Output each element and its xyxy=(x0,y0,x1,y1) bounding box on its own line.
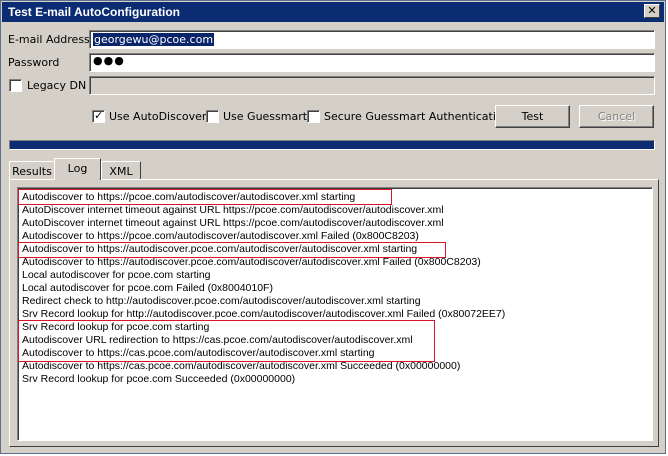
checkmark-icon: ✓ xyxy=(94,109,104,122)
close-icon: ✕ xyxy=(647,4,657,17)
progress-bar xyxy=(9,140,655,150)
test-email-autoconfiguration-window: Test E-mail AutoConfiguration ✕ E-mail A… xyxy=(0,0,666,454)
log-line: Autodiscover to https://pcoe.com/autodis… xyxy=(22,230,419,242)
highlight-box-starting xyxy=(18,189,392,205)
use-guessmart-label: Use Guessmart xyxy=(223,110,308,123)
close-button[interactable]: ✕ xyxy=(644,4,660,18)
use-autodiscover-checkbox[interactable]: ✓ xyxy=(92,109,105,123)
tab-xml[interactable]: XML xyxy=(101,161,141,180)
email-label: E-mail Address xyxy=(8,33,90,46)
email-input[interactable]: georgewu@pcoe.com xyxy=(89,30,655,49)
use-autodiscover-label: Use AutoDiscover xyxy=(109,110,207,123)
cancel-button[interactable]: Cancel xyxy=(579,105,654,128)
password-label: Password xyxy=(8,56,60,69)
legacy-dn-label: Legacy DN xyxy=(27,79,87,92)
highlight-box-cas-redirection xyxy=(18,320,435,362)
legacy-dn-input xyxy=(89,76,655,95)
use-guessmart-checkbox[interactable] xyxy=(206,110,219,123)
highlight-box-autodiscover-subdomain xyxy=(18,242,446,258)
log-line: AutoDiscover internet timeout against UR… xyxy=(22,217,444,229)
log-line: Local autodiscover for pcoe.com Failed (… xyxy=(22,282,273,294)
log-line: Local autodiscover for pcoe.com starting xyxy=(22,269,211,281)
legacy-dn-checkbox[interactable] xyxy=(9,79,22,92)
email-selected-text: georgewu@pcoe.com xyxy=(93,33,215,46)
password-value: ●●● xyxy=(93,54,125,67)
window-title: Test E-mail AutoConfiguration xyxy=(8,5,180,19)
log-line: AutoDiscover internet timeout against UR… xyxy=(22,204,444,216)
secure-guessmart-label: Secure Guessmart Authentication xyxy=(324,110,510,123)
tab-results[interactable]: Results xyxy=(9,161,55,180)
log-line: Srv Record lookup for pcoe.com Succeeded… xyxy=(22,373,296,385)
log-textbox[interactable]: Autodiscover to https://pcoe.com/autodis… xyxy=(17,187,653,441)
title-bar[interactable]: Test E-mail AutoConfiguration ✕ xyxy=(2,2,664,22)
tab-log[interactable]: Log xyxy=(54,158,101,180)
log-line: Redirect check to http://autodiscover.pc… xyxy=(22,295,421,307)
test-button[interactable]: Test xyxy=(495,105,570,128)
log-line: Srv Record lookup for http://autodiscove… xyxy=(22,308,506,320)
email-value: georgewu@pcoe.com xyxy=(93,33,215,46)
password-input[interactable]: ●●● xyxy=(89,53,655,72)
progress-fill xyxy=(10,141,654,149)
secure-guessmart-checkbox[interactable] xyxy=(307,110,320,123)
